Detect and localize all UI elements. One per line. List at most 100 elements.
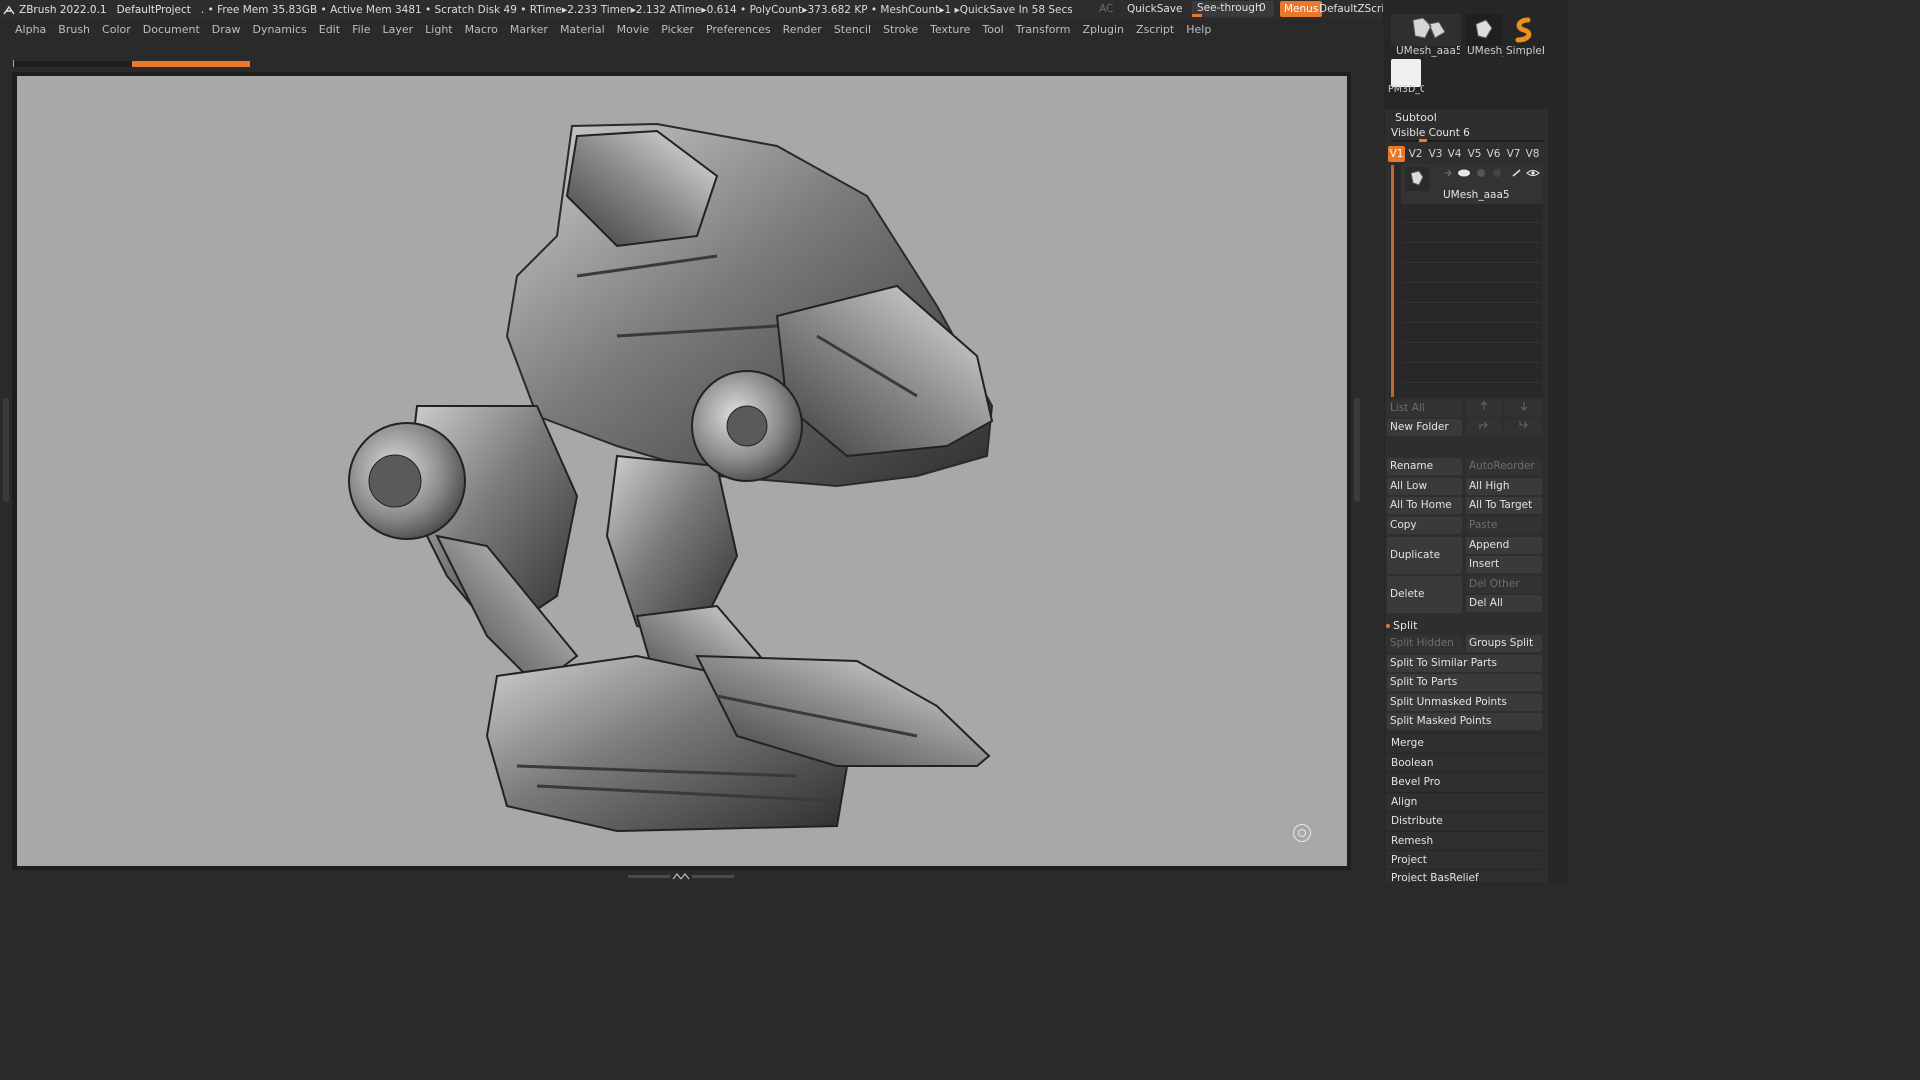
menu-edit[interactable]: Edit (319, 23, 340, 36)
del-other-button[interactable]: Del Other (1466, 576, 1542, 593)
tool-thumb-simplebrush[interactable] (1506, 14, 1542, 46)
section-merge[interactable]: Merge (1386, 733, 1543, 752)
move-down-button[interactable] (1505, 400, 1542, 417)
app-version: ZBrush 2022.0.1 (19, 3, 107, 16)
visible-count-slider[interactable]: Visible Count 6 (1391, 127, 1470, 139)
list-divider (1403, 342, 1541, 343)
split-to-similar-parts-button[interactable]: Split To Similar Parts (1387, 655, 1542, 672)
split-unmasked-points-button[interactable]: Split Unmasked Points (1387, 694, 1542, 711)
paste-button[interactable]: Paste (1466, 517, 1542, 534)
tab-v6[interactable]: V6 (1485, 146, 1502, 162)
section-remesh[interactable]: Remesh (1386, 831, 1543, 850)
menu-marker[interactable]: Marker (510, 23, 548, 36)
delete-button[interactable]: Delete (1387, 576, 1462, 613)
auto-reorder-button[interactable]: AutoReorder (1466, 458, 1542, 475)
split-to-parts-button[interactable]: Split To Parts (1387, 674, 1542, 691)
append-button[interactable]: Append (1466, 537, 1542, 554)
ac-toggle[interactable]: AC (1099, 3, 1113, 15)
menu-draw[interactable]: Draw (212, 23, 241, 36)
subtool-item[interactable]: UMesh_aaa5 (1401, 164, 1543, 204)
menu-render[interactable]: Render (783, 23, 822, 36)
see-through-fill (1192, 14, 1202, 17)
tab-v4[interactable]: V4 (1446, 146, 1463, 162)
menu-help[interactable]: Help (1186, 23, 1211, 36)
tool-thumb-umesh[interactable] (1466, 14, 1502, 46)
knee-disc-hub (726, 405, 768, 447)
menu-file[interactable]: File (352, 23, 370, 36)
see-through-slider[interactable]: See-through 0 (1192, 1, 1274, 17)
subtool-list-scrollbar[interactable] (1391, 165, 1394, 397)
tool-thumb-umesh-aaa5[interactable] (1391, 14, 1461, 46)
tool-thumb-label-4: PM3D_C (1388, 84, 1424, 95)
bottom-tray-handle[interactable] (628, 873, 734, 880)
subtool-item-name: UMesh_aaa5 (1443, 189, 1510, 201)
menu-texture[interactable]: Texture (930, 23, 970, 36)
menu-bar: Alpha Brush Color Document Draw Dynamics… (0, 19, 1380, 40)
subtool-item-icons (1445, 169, 1540, 177)
menu-stencil[interactable]: Stencil (834, 23, 871, 36)
all-to-target-button[interactable]: All To Target (1466, 497, 1542, 514)
duplicate-button[interactable]: Duplicate (1387, 537, 1462, 574)
menu-zscript[interactable]: Zscript (1136, 23, 1174, 36)
split-masked-points-button[interactable]: Split Masked Points (1387, 713, 1542, 730)
menu-layer[interactable]: Layer (382, 23, 413, 36)
menu-movie[interactable]: Movie (617, 23, 650, 36)
section-project[interactable]: Project (1386, 850, 1543, 869)
subtool-thumbnail (1405, 167, 1429, 191)
menu-light[interactable]: Light (425, 23, 452, 36)
menu-alpha[interactable]: Alpha (15, 23, 46, 36)
section-distribute[interactable]: Distribute (1386, 811, 1543, 830)
list-divider (1403, 382, 1541, 383)
subtool-title[interactable]: Subtool (1395, 111, 1437, 124)
folder-out-button[interactable] (1505, 419, 1542, 436)
copy-button[interactable]: Copy (1387, 517, 1462, 534)
menu-tool[interactable]: Tool (982, 23, 1003, 36)
menu-brush[interactable]: Brush (58, 23, 90, 36)
navigation-gizmo-icon[interactable] (1292, 823, 1312, 843)
tab-v2[interactable]: V2 (1407, 146, 1424, 162)
section-bevel-pro[interactable]: Bevel Pro (1386, 772, 1543, 791)
groups-split-button[interactable]: Groups Split (1466, 635, 1542, 652)
tool-thumb-pm3d[interactable] (1391, 59, 1421, 87)
section-project-basrelief[interactable]: Project BasRelief (1386, 869, 1543, 882)
split-hidden-button[interactable]: Split Hidden (1387, 635, 1462, 652)
menu-transform[interactable]: Transform (1016, 23, 1071, 36)
menu-stroke[interactable]: Stroke (883, 23, 918, 36)
document-canvas[interactable] (17, 76, 1347, 866)
tab-v8[interactable]: V8 (1524, 146, 1541, 162)
split-section-header[interactable]: Split (1386, 619, 1417, 632)
arrow-down-icon (1520, 402, 1527, 411)
tab-v7[interactable]: V7 (1505, 146, 1522, 162)
progress-fill (132, 61, 250, 67)
all-high-button[interactable]: All High (1466, 478, 1542, 495)
new-folder-button[interactable]: New Folder (1387, 419, 1462, 436)
menus-toggle-button[interactable]: Menus (1280, 1, 1323, 17)
visible-count-track[interactable] (1391, 140, 1543, 142)
arrow-redo-icon (1479, 421, 1488, 429)
all-to-home-button[interactable]: All To Home (1387, 497, 1462, 514)
menu-zplugin[interactable]: Zplugin (1082, 23, 1124, 36)
menu-color[interactable]: Color (102, 23, 131, 36)
all-low-button[interactable]: All Low (1387, 478, 1462, 495)
move-up-button[interactable] (1466, 400, 1502, 417)
quicksave-button[interactable]: QuickSave (1127, 3, 1182, 15)
menu-preferences[interactable]: Preferences (706, 23, 771, 36)
tab-v3[interactable]: V3 (1427, 146, 1444, 162)
folder-in-button[interactable] (1466, 419, 1502, 436)
left-tray-handle[interactable] (3, 398, 9, 502)
right-tray-handle[interactable] (1354, 398, 1360, 502)
rename-button[interactable]: Rename (1387, 458, 1462, 475)
menu-document[interactable]: Document (143, 23, 200, 36)
menu-dynamics[interactable]: Dynamics (253, 23, 307, 36)
section-boolean[interactable]: Boolean (1386, 753, 1543, 772)
insert-button[interactable]: Insert (1466, 556, 1542, 573)
del-all-button[interactable]: Del All (1466, 595, 1542, 612)
menu-material[interactable]: Material (560, 23, 605, 36)
menu-picker[interactable]: Picker (661, 23, 694, 36)
list-all-button[interactable]: List All (1387, 400, 1462, 417)
tab-v1[interactable]: V1 (1388, 146, 1405, 162)
project-name[interactable]: DefaultProject (117, 4, 191, 16)
section-align[interactable]: Align (1386, 792, 1543, 811)
menu-macro[interactable]: Macro (465, 23, 498, 36)
tab-v5[interactable]: V5 (1466, 146, 1483, 162)
